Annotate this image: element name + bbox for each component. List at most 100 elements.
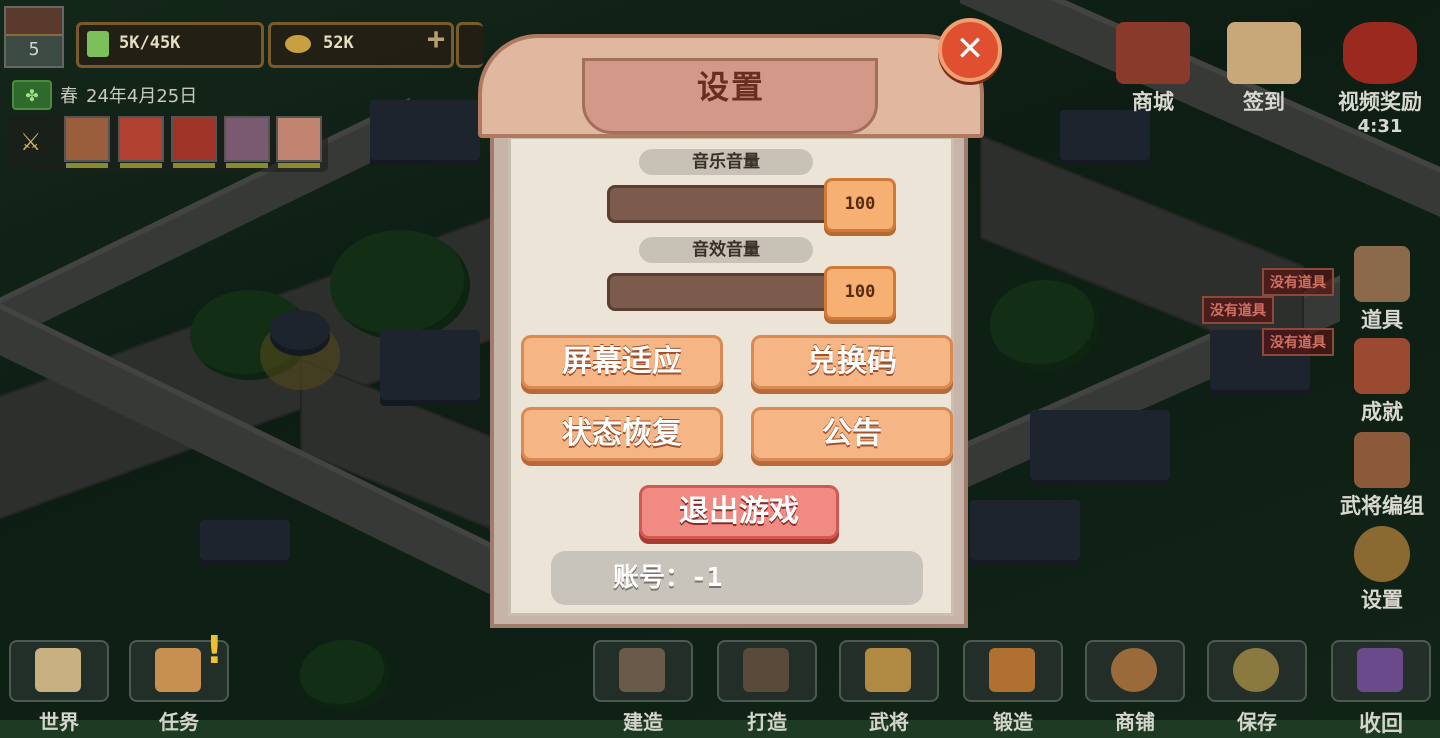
sfx-volume-knob[interactable]: 100 — [824, 266, 896, 320]
date-label: 24年4月25日 — [86, 86, 198, 107]
bottom-slot — [593, 640, 693, 702]
bottom-item-quests[interactable]: ! 任务 — [124, 628, 234, 735]
general-formation-button[interactable]: 武将编组 — [1326, 432, 1438, 520]
warning-label: 没有道具 — [1262, 328, 1334, 356]
hero-portrait[interactable] — [224, 116, 270, 168]
coin-value: 52K — [323, 33, 354, 53]
settings-dialog: 音乐音量 100 音效音量 100 屏幕适应 兑换码 状态恢复 公告 退出游戏 … — [478, 24, 984, 632]
season-date-display: ✤ 春 24年4月25日 — [12, 80, 197, 110]
bottom-action-bar: 世界 ! 任务 建造 打造 武将 锻造 商铺 保存 收回 — [0, 628, 1440, 737]
fist-icon — [1354, 432, 1410, 488]
hammer-icon — [619, 648, 665, 692]
bottom-item-craft[interactable]: 打造 — [712, 640, 822, 735]
population-counter[interactable]: 5K/45K — [76, 22, 264, 68]
hero-portrait[interactable] — [276, 116, 322, 168]
close-icon: ✕ — [955, 29, 985, 69]
bag-icon — [1354, 246, 1410, 302]
close-dialog-button[interactable]: ✕ — [938, 18, 1002, 82]
settings-button[interactable]: 设置 — [1334, 526, 1430, 614]
bottom-slot — [1331, 640, 1431, 702]
redeem-code-button[interactable]: 兑换码 — [751, 335, 953, 389]
season-label: 春 — [60, 86, 78, 107]
bottom-slot — [1085, 640, 1185, 702]
bottom-label: 保存 — [1237, 710, 1277, 734]
coin-stall-icon — [1111, 648, 1157, 692]
achievements-label: 成就 — [1361, 400, 1403, 424]
checkin-label: 签到 — [1243, 90, 1285, 114]
dialog-title: 设置 — [696, 68, 765, 106]
bottom-slot — [9, 640, 109, 702]
player-level: 5 — [28, 39, 40, 60]
shop-button[interactable]: 商城 — [1100, 22, 1206, 116]
anvil-icon — [743, 648, 789, 692]
settings-label: 设置 — [1361, 588, 1403, 612]
warning-label: 没有道具 — [1262, 268, 1334, 296]
hero-roster: ⚔ — [8, 116, 328, 172]
video-reward-timer: 4:31 — [1357, 116, 1403, 137]
collapse-arrow-icon — [1357, 648, 1403, 692]
screen-fit-button[interactable]: 屏幕适应 — [521, 335, 723, 389]
population-value: 5K/45K — [119, 33, 181, 53]
checkin-button[interactable]: 签到 — [1212, 22, 1316, 116]
bottom-item-save[interactable]: 保存 — [1202, 640, 1312, 735]
map-icon — [35, 648, 81, 692]
palace-icon — [6, 8, 62, 36]
warning-label: 没有道具 — [1202, 296, 1274, 324]
music-volume-slider[interactable]: 100 — [607, 178, 896, 232]
coin-counter[interactable]: 52K + — [268, 22, 454, 68]
account-value: -1 — [691, 563, 723, 593]
items-label: 道具 — [1361, 308, 1403, 332]
bottom-item-world[interactable]: 世界 — [4, 640, 114, 735]
exit-game-button[interactable]: 退出游戏 — [639, 485, 839, 539]
quest-scroll-icon — [155, 648, 201, 692]
music-volume-label: 音乐音量 — [639, 149, 813, 175]
bottom-item-forge[interactable]: 锻造 — [958, 640, 1068, 735]
add-coin-button[interactable]: + — [427, 25, 445, 55]
state-recovery-button[interactable]: 状态恢复 — [521, 407, 723, 461]
bottom-item-generals[interactable]: 武将 — [834, 640, 944, 735]
bottom-item-collapse[interactable]: 收回 — [1326, 640, 1436, 738]
account-label: 账号： — [613, 563, 692, 593]
general-formation-label: 武将编组 — [1340, 494, 1424, 518]
sfx-volume-slider[interactable]: 100 — [607, 266, 896, 320]
forge-icon — [989, 648, 1035, 692]
bottom-label: 收回 — [1358, 712, 1403, 737]
bottom-item-build[interactable]: 建造 — [588, 640, 698, 735]
dialog-body: 音乐音量 100 音效音量 100 屏幕适应 兑换码 状态恢复 公告 退出游戏 … — [490, 124, 968, 628]
hero-portrait[interactable] — [171, 116, 217, 168]
crossed-swords-icon[interactable]: ⚔ — [20, 128, 42, 156]
person-icon — [87, 31, 109, 57]
trophy-scroll-icon — [1354, 338, 1410, 394]
scroll-icon — [1227, 22, 1301, 84]
clover-icon[interactable]: ✤ — [12, 80, 52, 110]
bottom-label: 建造 — [623, 710, 663, 734]
bottom-label: 任务 — [159, 710, 199, 734]
treasure-bag-icon — [1343, 22, 1417, 84]
announcement-button[interactable]: 公告 — [751, 407, 953, 461]
bottom-slot — [1207, 640, 1307, 702]
bottom-label: 锻造 — [993, 710, 1033, 734]
account-display: 账号：-1 — [551, 551, 923, 605]
player-level-badge[interactable]: 5 — [4, 6, 64, 68]
bottom-slot: ! — [129, 628, 229, 702]
hero-portrait[interactable] — [64, 116, 110, 168]
bottom-label: 商铺 — [1115, 710, 1155, 734]
bottom-label: 世界 — [39, 710, 79, 734]
video-reward-button[interactable]: 视频奖励 4:31 — [1322, 22, 1438, 137]
music-volume-knob[interactable]: 100 — [824, 178, 896, 232]
save-gear-icon — [1233, 648, 1279, 692]
coin-icon — [285, 35, 311, 53]
dialog-header: 设置 — [478, 34, 984, 138]
sfx-volume-label: 音效音量 — [639, 237, 813, 263]
items-button[interactable]: 道具 — [1334, 246, 1430, 334]
bottom-slot — [717, 640, 817, 702]
bottom-item-shop[interactable]: 商铺 — [1080, 640, 1190, 735]
gear-icon — [1354, 526, 1410, 582]
shop-label: 商城 — [1132, 90, 1174, 114]
shop-icon — [1116, 22, 1190, 84]
bottom-slot — [839, 640, 939, 702]
bottom-label: 打造 — [747, 710, 787, 734]
alert-icon: ! — [205, 628, 223, 672]
achievements-button[interactable]: 成就 — [1334, 338, 1430, 426]
hero-portrait[interactable] — [118, 116, 164, 168]
